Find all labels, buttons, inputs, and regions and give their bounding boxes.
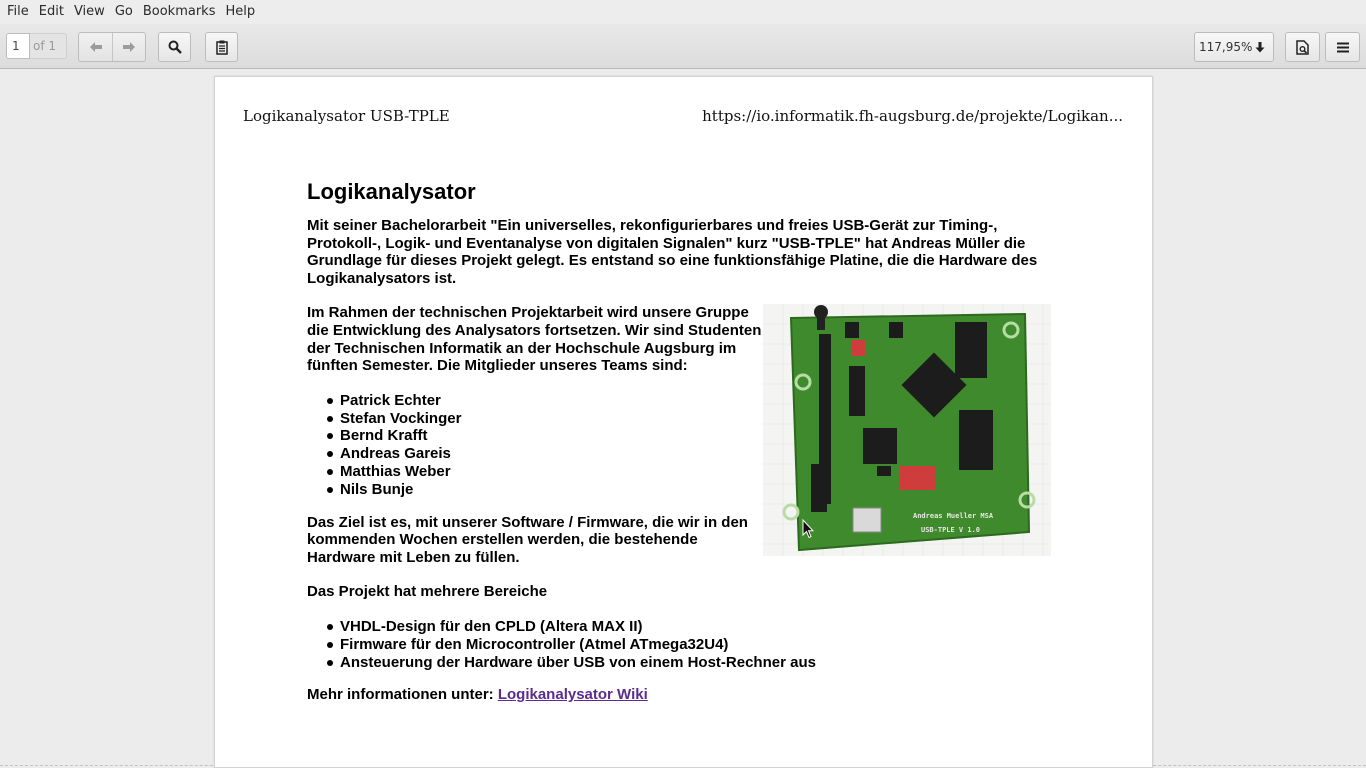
bullet-icon <box>327 433 333 440</box>
search-button[interactable] <box>158 32 191 62</box>
previous-page-button[interactable] <box>79 33 112 61</box>
bullet-icon <box>327 641 333 648</box>
areas-intro: Das Projekt hat mehrere Bereiche <box>307 583 548 601</box>
more-info-label: Mehr informationen unter: <box>307 686 498 704</box>
page-count-label: of 1 <box>30 33 67 59</box>
more-info-line: Mehr informationen unter: Logikanalysato… <box>307 686 1077 704</box>
wiki-link[interactable]: Logikanalysator Wiki <box>498 686 648 703</box>
previous-page-icon <box>89 42 102 52</box>
list-item: Nils Bunje <box>325 481 1077 499</box>
menu-go[interactable]: Go <box>110 0 138 24</box>
project-areas-list: VHDL-Design für den CPLD (Altera MAX II)… <box>325 618 1077 671</box>
list-item: Bernd Krafft <box>325 427 1077 445</box>
list-item: Stefan Vockinger <box>325 410 1077 428</box>
menu-bar: File Edit View Go Bookmarks Help <box>0 0 1366 24</box>
list-item: Firmware für den Microcontroller (Atmel … <box>325 636 1077 654</box>
notes-icon <box>215 40 228 55</box>
menu-icon <box>1336 42 1349 52</box>
list-item: Matthias Weber <box>325 463 1077 481</box>
zoom-value: 117,95% <box>1199 40 1253 54</box>
list-item: VHDL-Design für den CPLD (Altera MAX II) <box>325 618 1077 636</box>
bullet-icon <box>327 486 333 493</box>
menu-edit[interactable]: Edit <box>34 0 69 24</box>
team-section: Andreas Mueller MSA USB-TPLE V 1.0 Im Ra… <box>307 304 1077 566</box>
intro-paragraph: Mit seiner Bachelorarbeit "Ein universel… <box>307 217 1038 287</box>
document-viewer[interactable]: Logikanalysator USB-TPLE https://io.info… <box>0 70 1366 768</box>
bullet-icon <box>327 623 333 630</box>
menu-button[interactable] <box>1325 32 1360 62</box>
list-item: Patrick Echter <box>325 392 1077 410</box>
team-member-list: Patrick Echter Stefan Vockinger Bernd Kr… <box>325 392 1077 499</box>
document-properties-button[interactable] <box>1285 32 1320 62</box>
next-page-button[interactable] <box>112 33 145 61</box>
bullet-icon <box>327 659 333 666</box>
bullet-icon <box>327 468 333 475</box>
bullet-icon <box>327 415 333 422</box>
mouse-cursor-icon <box>802 519 814 539</box>
page-content: Logikanalysator Mit seiner Bachelorarbei… <box>307 179 1077 721</box>
toolbar: 1 of 1 117,95% <box>0 24 1366 69</box>
list-item: Ansteuerung der Hardware über USB von ei… <box>325 654 1077 672</box>
page-header-url: https://io.informatik.fh-augsburg.de/pro… <box>702 107 1123 125</box>
menu-help[interactable]: Help <box>220 0 260 24</box>
page-number-input[interactable]: 1 <box>6 33 30 59</box>
menu-view[interactable]: View <box>69 0 110 24</box>
notes-button[interactable] <box>205 32 238 62</box>
goal-paragraph: Das Ziel ist es, mit unserer Software / … <box>307 513 748 566</box>
next-page-icon <box>123 42 135 52</box>
team-intro-paragraph: Im Rahmen der technischen Projektarbeit … <box>307 304 762 375</box>
menu-bookmarks[interactable]: Bookmarks <box>138 0 221 24</box>
svg-text:USB-TPLE V 1.0: USB-TPLE V 1.0 <box>921 526 980 534</box>
bullet-icon <box>327 451 333 458</box>
page-navigation <box>78 32 146 62</box>
bullet-icon <box>327 397 333 404</box>
zoom-select[interactable]: 117,95% <box>1194 32 1274 62</box>
document-properties-icon <box>1296 39 1309 55</box>
document-title: Logikanalysator <box>307 179 476 204</box>
chevron-down-icon <box>1255 41 1265 52</box>
menu-file[interactable]: File <box>2 0 34 24</box>
page-header-title: Logikanalysator USB-TPLE <box>243 107 450 125</box>
list-item: Andreas Gareis <box>325 445 1077 463</box>
search-icon <box>168 40 182 54</box>
document-page: Logikanalysator USB-TPLE https://io.info… <box>214 76 1153 768</box>
pcb-silkscreen-text: Andreas Mueller MSA <box>913 512 994 520</box>
